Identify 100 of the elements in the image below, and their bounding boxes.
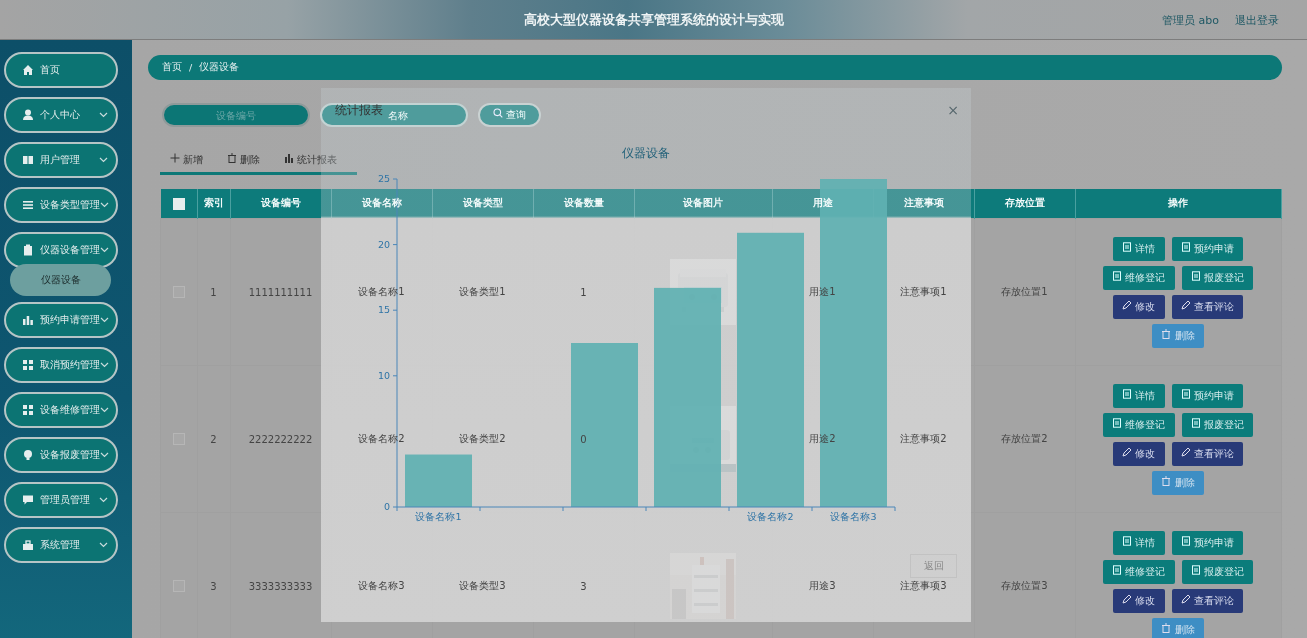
column-header: 操作: [1075, 189, 1281, 219]
search-icon: [493, 108, 503, 118]
pencil-icon: [1180, 446, 1191, 457]
document-icon: [1112, 417, 1123, 428]
pencil-icon: [1122, 446, 1133, 457]
sidebar-item[interactable]: 预约申请管理: [4, 302, 118, 338]
column-header: 设备类型: [432, 189, 533, 219]
bulb-icon: [22, 449, 34, 461]
search-button[interactable]: 查询: [478, 103, 541, 127]
plus-icon: [170, 152, 180, 163]
sidebar-item[interactable]: 设备类型管理: [4, 187, 118, 223]
pencil-icon: [1122, 299, 1133, 310]
column-header: 索引: [197, 189, 230, 219]
table-cell: 设备类型2: [459, 433, 506, 444]
document-icon: [1122, 388, 1133, 399]
table-cell: 存放位置3: [1001, 580, 1048, 591]
table-cell: 设备类型3: [459, 580, 506, 591]
toolbar-button[interactable]: 新增: [160, 147, 214, 172]
sidebar-item[interactable]: 用户管理: [4, 142, 118, 178]
chevron-icon: [99, 497, 108, 503]
sidebar-item[interactable]: 取消预约管理: [4, 347, 118, 383]
bar-chart-icon: [22, 314, 34, 326]
toolbar-button[interactable]: 统计报表: [274, 147, 348, 172]
action-button[interactable]: 修改: [1113, 294, 1165, 319]
action-button[interactable]: 预约申请: [1171, 383, 1243, 408]
axis-label: 设备名称3: [830, 511, 877, 522]
axis-label: 设备名称2: [747, 511, 794, 522]
book-icon: [22, 154, 34, 166]
action-button[interactable]: 预约申请: [1171, 530, 1243, 555]
action-button[interactable]: 预约申请: [1171, 236, 1243, 261]
logout-link[interactable]: 退出登录: [1235, 13, 1279, 28]
trash-icon: [227, 152, 238, 163]
action-button[interactable]: 报废登记: [1181, 412, 1253, 437]
sidebar-item[interactable]: 个人中心: [4, 97, 118, 133]
chevron-icon: [100, 407, 109, 413]
table-cell: 设备名称2: [358, 433, 405, 444]
trash-icon: [1161, 475, 1172, 486]
action-button[interactable]: 维修登记: [1103, 412, 1175, 437]
table-cell: 3: [210, 580, 217, 592]
sidebar-item[interactable]: 仪器设备管理: [4, 232, 118, 268]
document-icon: [1180, 388, 1191, 399]
action-button[interactable]: 查看评论: [1171, 588, 1243, 613]
action-button[interactable]: 修改: [1113, 441, 1165, 466]
table-cell: 1111111111: [248, 286, 313, 298]
action-button[interactable]: 删除: [1152, 470, 1204, 495]
column-header: 设备名称: [331, 189, 432, 219]
action-button[interactable]: 查看评论: [1171, 294, 1243, 319]
toolbox-icon: [22, 539, 34, 551]
sidebar-item[interactable]: 首页: [4, 52, 118, 88]
document-icon: [1122, 241, 1133, 252]
action-button[interactable]: 详情: [1113, 530, 1165, 555]
action-button[interactable]: 报废登记: [1181, 265, 1253, 290]
close-button[interactable]: ×: [947, 102, 959, 118]
axis-label: 设备名称1: [415, 511, 462, 522]
user-name: 管理员 abo: [1162, 13, 1219, 28]
action-button[interactable]: 删除: [1152, 323, 1204, 348]
action-button[interactable]: 详情: [1113, 383, 1165, 408]
clipboard-icon: [22, 244, 34, 256]
sidebar-item[interactable]: 管理员管理: [4, 482, 118, 518]
axis-label: 20: [377, 238, 390, 250]
column-header: 存放位置: [974, 189, 1075, 219]
chevron-icon: [100, 452, 109, 458]
toolbar-button[interactable]: 删除: [217, 147, 271, 172]
action-button[interactable]: 维修登记: [1103, 265, 1175, 290]
breadcrumb-link[interactable]: 仪器设备: [199, 61, 240, 74]
home-icon: [22, 64, 34, 76]
sidebar-item[interactable]: 设备报废管理: [4, 437, 118, 473]
pencil-icon: [1180, 593, 1191, 604]
chevron-icon: [99, 157, 108, 163]
breadcrumb-link[interactable]: 首页: [162, 61, 182, 74]
column-header: 设备数量: [533, 189, 634, 219]
action-button[interactable]: 维修登记: [1103, 559, 1175, 584]
submenu-item[interactable]: 仪器设备: [10, 264, 111, 296]
chart-title: 仪器设备: [622, 146, 670, 160]
action-button[interactable]: 详情: [1113, 236, 1165, 261]
table-cell: 设备名称1: [358, 286, 405, 297]
action-button[interactable]: 删除: [1152, 617, 1204, 638]
table-cell: 注意事项1: [900, 286, 947, 297]
table-cell: 存放位置2: [1001, 433, 1048, 444]
table-cell: 2: [210, 433, 217, 445]
action-button[interactable]: 报废登记: [1181, 559, 1253, 584]
table-cell: 3: [580, 580, 587, 592]
table-cell: 用途3: [809, 580, 836, 591]
document-icon: [1190, 270, 1201, 281]
action-button[interactable]: 查看评论: [1171, 441, 1243, 466]
sidebar-item[interactable]: 系统管理: [4, 527, 118, 563]
chevron-icon: [100, 247, 109, 253]
column-header: 设备图片: [634, 189, 772, 219]
document-icon: [1122, 535, 1133, 546]
search-field[interactable]: 设备编号: [162, 103, 310, 127]
grid-icon: [22, 404, 34, 416]
sidebar-item[interactable]: 设备维修管理: [4, 392, 118, 428]
pencil-icon: [1180, 299, 1191, 310]
user-icon: [22, 109, 34, 121]
document-icon: [1190, 564, 1201, 575]
table-cell: 注意事项2: [900, 433, 947, 444]
trash-icon: [1161, 328, 1172, 339]
action-button[interactable]: 修改: [1113, 588, 1165, 613]
column-header: 设备编号: [230, 189, 331, 219]
table-cell: 存放位置1: [1001, 286, 1048, 297]
